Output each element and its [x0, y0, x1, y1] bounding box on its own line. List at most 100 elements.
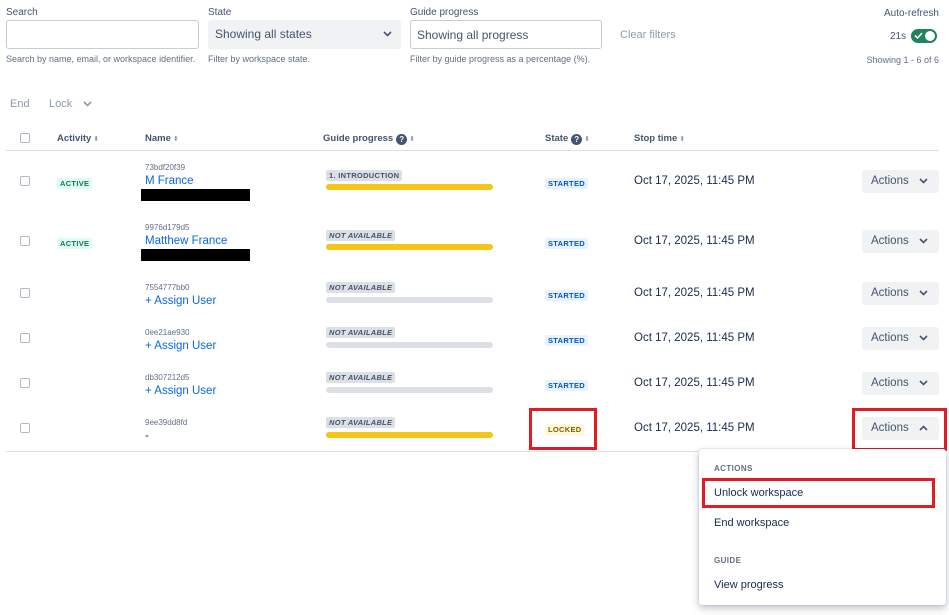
progress-fill [326, 432, 493, 438]
sort-arrow-icon: ⬍ [170, 136, 179, 143]
workspace-id: 7554777bb0 [145, 283, 190, 292]
assign-user-link[interactable]: + Assign User [145, 295, 216, 307]
progress-fill [326, 244, 493, 250]
assign-user-link[interactable]: + Assign User [145, 385, 216, 397]
table-row: db307212d5 + Assign User NOT AVAILABLE S… [0, 360, 949, 405]
state-label: State [208, 7, 232, 18]
actions-dropdown-menu: ACTIONS Unlock workspace End workspace G… [699, 449, 946, 605]
guide-step-badge: NOT AVAILABLE [326, 282, 396, 293]
guide-step-badge: NOT AVAILABLE [326, 230, 396, 241]
state-select[interactable]: Showing all states [208, 20, 401, 49]
row-checkbox[interactable] [20, 288, 30, 298]
guide-step-badge: NOT AVAILABLE [326, 417, 396, 428]
workspace-id: 73bdf20f39 [145, 163, 186, 172]
select-all-checkbox[interactable] [20, 133, 30, 143]
row-checkbox[interactable] [20, 236, 30, 246]
table-row: ACTIVE 73bdf20f39 M France 1. INTRODUCTI… [0, 150, 949, 210]
search-help: Search by name, email, or workspace iden… [6, 54, 196, 64]
chevron-down-icon [919, 335, 928, 341]
header-state[interactable]: State? ⬍ [545, 133, 590, 145]
user-name-link[interactable]: M France [145, 175, 194, 187]
end-button[interactable]: End [10, 98, 30, 110]
state-select-value: Showing all states [215, 27, 312, 41]
menu-section-actions: ACTIONS [714, 464, 753, 473]
actions-button[interactable]: Actions [862, 170, 939, 193]
chevron-down-icon [383, 31, 392, 37]
stop-time: Oct 17, 2025, 11:45 PM [634, 235, 755, 247]
lock-dropdown[interactable]: Lock [49, 98, 92, 110]
state-badge: STARTED [545, 178, 588, 189]
actions-button[interactable]: Actions [862, 327, 939, 350]
progress-fill [326, 184, 493, 190]
workspace-id: 0ee21ae930 [145, 328, 190, 337]
chevron-down-icon [919, 178, 928, 184]
workspace-id: db307212d5 [145, 373, 190, 382]
view-progress-item[interactable]: View progress [714, 579, 784, 591]
actions-button[interactable]: Actions [862, 372, 939, 395]
stop-time: Oct 17, 2025, 11:45 PM [634, 377, 755, 389]
progress-bar [326, 387, 493, 393]
toggle-knob [925, 31, 935, 41]
redacted-email [141, 249, 250, 261]
progress-bar [326, 244, 493, 250]
results-count: Showing 1 - 6 of 6 [866, 55, 939, 65]
header-guide-progress[interactable]: Guide progress? ⬍ [323, 133, 415, 145]
guide-help: Filter by guide progress as a percentage… [410, 54, 591, 64]
assign-user-link[interactable]: + Assign User [145, 340, 216, 352]
header-name[interactable]: Name ⬍ [145, 133, 179, 144]
guide-progress-input[interactable]: Showing all progress [410, 20, 602, 49]
question-circle-icon[interactable]: ? [396, 134, 408, 145]
guide-step-badge: NOT AVAILABLE [326, 372, 396, 383]
redacted-email [141, 189, 250, 201]
row-checkbox[interactable] [20, 378, 30, 388]
chevron-down-icon [919, 290, 928, 296]
stop-time: Oct 17, 2025, 11:45 PM [634, 175, 755, 187]
progress-bar [326, 297, 493, 303]
search-label: Search [6, 7, 38, 18]
user-name: - [145, 430, 149, 442]
table-row: 0ee21ae930 + Assign User NOT AVAILABLE S… [0, 315, 949, 360]
header-activity[interactable]: Activity ⬍ [57, 133, 99, 144]
guide-label: Guide progress [410, 7, 479, 18]
chevron-down-icon [83, 101, 92, 107]
sort-arrow-icon: ⬍ [582, 136, 591, 143]
header-stop-time[interactable]: Stop time ⬍ [634, 133, 685, 144]
search-input[interactable] [6, 20, 199, 49]
end-workspace-item[interactable]: End workspace [714, 517, 789, 529]
highlight-unlock-item [702, 478, 935, 508]
actions-button[interactable]: Actions [862, 230, 939, 253]
chevron-down-icon [919, 380, 928, 386]
checkmark-icon [914, 32, 923, 40]
sort-arrow-icon: ⬍ [677, 136, 686, 143]
question-circle-icon[interactable]: ? [571, 134, 583, 145]
sort-arrow-icon: ⬍ [407, 136, 416, 143]
stop-time: Oct 17, 2025, 11:45 PM [634, 422, 755, 434]
workspace-id: 9ee39dd8fd [145, 418, 188, 427]
state-help: Filter by workspace state. [208, 54, 311, 64]
workspace-id: 9976d179d5 [145, 223, 190, 232]
progress-bar [326, 184, 493, 190]
state-badge: STARTED [545, 335, 588, 346]
guide-step-badge: NOT AVAILABLE [326, 327, 396, 338]
auto-refresh-toggle[interactable] [911, 29, 937, 43]
highlight-actions-button [852, 408, 947, 451]
user-name-link[interactable]: Matthew France [145, 235, 227, 247]
guide-step-badge: 1. INTRODUCTION [326, 170, 403, 181]
state-badge: STARTED [545, 380, 588, 391]
stop-time: Oct 17, 2025, 11:45 PM [634, 287, 755, 299]
row-checkbox[interactable] [20, 333, 30, 343]
chevron-down-icon [919, 238, 928, 244]
table-row: 9ee39dd8fd - NOT AVAILABLE LOCKED Oct 17… [0, 405, 949, 451]
progress-bar [326, 432, 493, 438]
clear-filters-button[interactable]: Clear filters [620, 29, 676, 41]
table-row: ACTIVE 9976d179d5 Matthew France NOT AVA… [0, 210, 949, 270]
refresh-timer: 21s [890, 31, 907, 42]
highlight-locked-state [529, 408, 597, 450]
stop-time: Oct 17, 2025, 11:45 PM [634, 332, 755, 344]
row-checkbox[interactable] [20, 423, 30, 433]
activity-badge: ACTIVE [57, 178, 93, 189]
auto-refresh-label: Auto-refresh [883, 8, 939, 19]
row-checkbox[interactable] [20, 176, 30, 186]
activity-badge: ACTIVE [57, 238, 93, 249]
actions-button[interactable]: Actions [862, 282, 939, 305]
